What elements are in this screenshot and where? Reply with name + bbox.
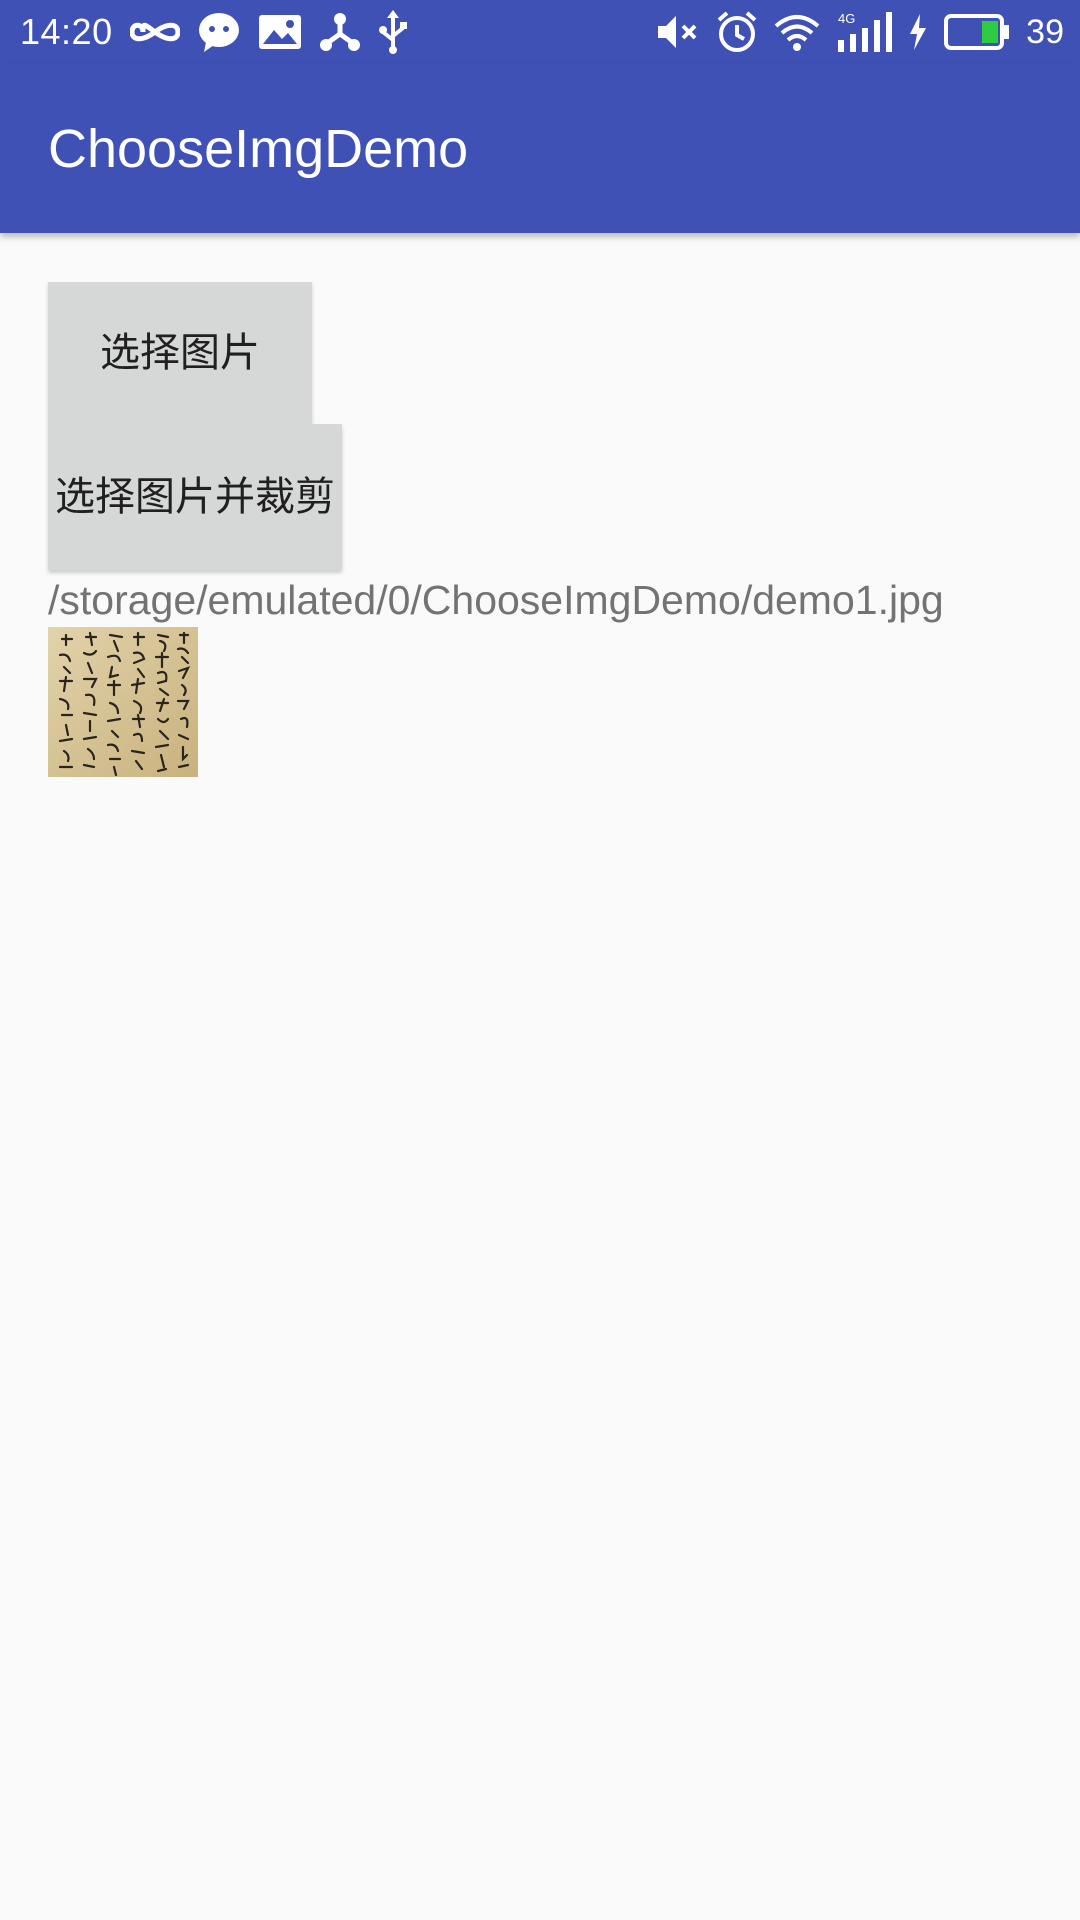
app-title: ChooseImgDemo xyxy=(48,119,469,179)
chat-bubble-icon xyxy=(198,12,240,52)
usb-icon xyxy=(378,10,408,54)
image-path-label: /storage/emulated/0/ChooseImgDemo/demo1.… xyxy=(48,577,944,623)
status-time: 14:20 xyxy=(20,11,113,52)
alarm-icon xyxy=(716,11,758,53)
signal-4g-icon: 4G xyxy=(836,10,893,54)
share-nodes-icon xyxy=(320,12,360,52)
image-icon xyxy=(258,14,302,50)
choose-and-crop-button[interactable]: 选择图片并裁剪 xyxy=(48,424,342,570)
mute-icon xyxy=(656,12,700,52)
battery-icon xyxy=(944,14,1010,50)
battery-percent: 39 xyxy=(1026,13,1064,51)
wifi-icon xyxy=(774,12,820,52)
calligraphy-image-icon xyxy=(48,627,198,777)
choose-image-button[interactable]: 选择图片 xyxy=(48,282,312,424)
app-bar: ChooseImgDemo xyxy=(0,63,1080,233)
infinity-icon xyxy=(130,17,180,47)
status-bar: 14:20 4G 39 xyxy=(0,0,1080,63)
charging-icon xyxy=(908,14,928,50)
signal-4g-label: 4G xyxy=(838,11,855,26)
status-right-icons: 4G 39 xyxy=(656,10,1064,54)
status-left-icons xyxy=(130,10,408,54)
